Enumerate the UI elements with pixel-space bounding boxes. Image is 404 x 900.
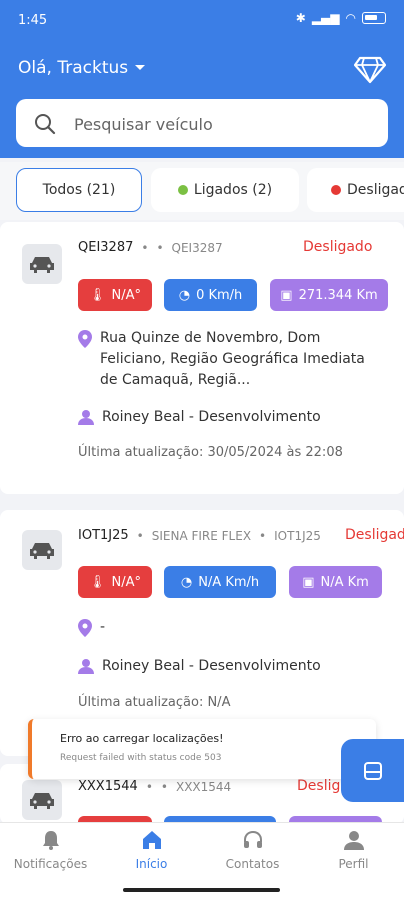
red-dot-icon <box>331 185 341 195</box>
error-toast[interactable]: Erro ao carregar localizações! Request f… <box>28 719 376 779</box>
map-fab-button[interactable] <box>341 739 404 802</box>
toast-message: Request failed with status code 503 <box>60 753 222 763</box>
status-icons: ✱ ▂▄▆ ◠ <box>296 11 386 25</box>
separator: • <box>156 240 164 255</box>
odometer-icon: ▣ <box>280 287 293 303</box>
filter-chip-all[interactable]: Todos (21) <box>16 168 142 212</box>
nav-label: Início <box>135 857 168 871</box>
last-update: Última atualização: N/A <box>78 695 231 710</box>
green-dot-icon <box>177 185 188 195</box>
address-text: Rua Quinze de Novembro, Dom Feliciano, R… <box>100 330 365 388</box>
filter-chip-off[interactable]: Desligados <box>307 168 404 212</box>
nav-label: Contatos <box>225 857 280 871</box>
nav-profile[interactable]: Perfil <box>303 829 404 871</box>
nav-home[interactable]: Início <box>101 829 202 871</box>
vehicle-header: XXX1544 • • XXX1544 <box>78 779 231 794</box>
chevron-down-icon <box>135 65 146 70</box>
temperature-badge: 🌡 N/A° <box>78 566 152 598</box>
vehicle-plate: XXX1544 <box>78 779 138 794</box>
odometer-value: 271.344 Km <box>298 287 378 303</box>
separator: • <box>160 779 168 794</box>
temperature-value: N/A° <box>111 287 142 303</box>
app-header: 1:45 ✱ ▂▄▆ ◠ Olá, Tracktus <box>0 0 404 158</box>
bluetooth-icon: ✱ <box>295 11 306 25</box>
greeting-text: Olá, Tracktus <box>18 58 129 78</box>
nav-contacts[interactable]: Contatos <box>202 829 303 871</box>
temperature-value: N/A° <box>111 574 142 590</box>
address-row: Rua Quinze de Novembro, Dom Feliciano, R… <box>78 328 378 391</box>
driver-name: Roiney Beal - Desenvolvimento <box>102 409 321 425</box>
thermometer-icon: 🌡 <box>88 287 106 303</box>
location-pin-icon <box>78 619 92 637</box>
temperature-badge: 🌡 N/A° <box>78 279 152 311</box>
separator: • <box>141 240 149 255</box>
speed-badge: ◔ N/A Km/h <box>164 566 276 598</box>
vehicle-model: SIENA FIRE FLEX <box>151 528 252 543</box>
nav-notifications[interactable]: Notificações <box>0 829 101 871</box>
status-bar: 1:45 ✱ ▂▄▆ ◠ <box>0 0 404 40</box>
odometer-icon: ▣ <box>302 574 315 590</box>
vehicle-status: Desligado <box>303 239 373 255</box>
nav-label: Notificações <box>13 857 88 871</box>
car-icon <box>22 530 62 570</box>
separator: • <box>145 779 153 794</box>
speedometer-icon: ◔ <box>178 287 191 303</box>
vehicle-plate-secondary: IOT1J25 <box>274 528 321 543</box>
car-icon <box>22 244 62 284</box>
person-icon <box>343 831 364 850</box>
address-text: - <box>100 619 106 635</box>
odometer-value: N/A Km <box>320 574 369 590</box>
bell-icon <box>42 831 59 850</box>
odometer-badge: ▣ N/A Km <box>289 566 382 598</box>
wifi-icon: ◠ <box>345 11 356 25</box>
signal-icon: ▂▄▆ <box>311 11 340 25</box>
speed-value: 0 Km/h <box>196 287 243 303</box>
filter-label: Todos (21) <box>42 182 116 198</box>
status-time: 1:45 <box>18 13 48 28</box>
driver-row: Roiney Beal - Desenvolvimento <box>78 407 378 428</box>
vehicle-header: IOT1J25 • SIENA FIRE FLEX • IOT1J25 <box>78 528 321 543</box>
address-row: - <box>78 617 378 638</box>
separator: • <box>136 528 144 543</box>
search-input[interactable] <box>74 111 374 137</box>
filter-label: Desligados <box>347 182 404 198</box>
speed-value: N/A Km/h <box>198 574 260 590</box>
search-icon <box>35 114 56 135</box>
nav-label: Perfil <box>338 857 369 871</box>
odometer-badge: ▣ 271.344 Km <box>270 279 388 311</box>
filter-bar: Todos (21) Ligados (2) Desligados <box>0 162 404 220</box>
vehicle-plate: IOT1J25 <box>78 528 129 543</box>
map-icon <box>363 761 382 780</box>
home-icon <box>142 831 161 849</box>
car-icon <box>22 780 62 820</box>
vehicle-header: QEI3287 • • QEI3287 <box>78 240 223 255</box>
vehicle-plate-secondary: XXX1544 <box>175 779 232 794</box>
speed-badge: ◔ 0 Km/h <box>164 279 257 311</box>
search-bar[interactable] <box>16 99 388 147</box>
filter-label: Ligados (2) <box>193 182 273 198</box>
speedometer-icon: ◔ <box>180 574 193 590</box>
home-indicator <box>123 888 280 892</box>
thermometer-icon: 🌡 <box>88 574 106 590</box>
last-update: Última atualização: 30/05/2024 às 22:08 <box>78 445 343 460</box>
diamond-icon[interactable] <box>354 54 386 84</box>
driver-row: Roiney Beal - Desenvolvimento <box>78 656 378 677</box>
greeting-dropdown[interactable]: Olá, Tracktus <box>18 58 146 78</box>
headset-icon <box>243 830 262 848</box>
separator: • <box>259 528 267 543</box>
person-icon <box>78 659 94 674</box>
driver-name: Roiney Beal - Desenvolvimento <box>102 658 321 674</box>
toast-title: Erro ao carregar localizações! <box>60 732 224 745</box>
location-pin-icon <box>78 330 92 348</box>
vehicle-card[interactable]: QEI3287 • • QEI3287 Desligado 🌡 N/A° ◔ 0… <box>0 222 404 494</box>
filter-chip-on[interactable]: Ligados (2) <box>151 168 299 212</box>
battery-icon <box>362 12 386 24</box>
vehicle-plate-secondary: QEI3287 <box>171 240 223 255</box>
vehicle-status: Desligado <box>345 527 404 543</box>
person-icon <box>78 410 94 425</box>
vehicle-plate: QEI3287 <box>78 240 134 255</box>
